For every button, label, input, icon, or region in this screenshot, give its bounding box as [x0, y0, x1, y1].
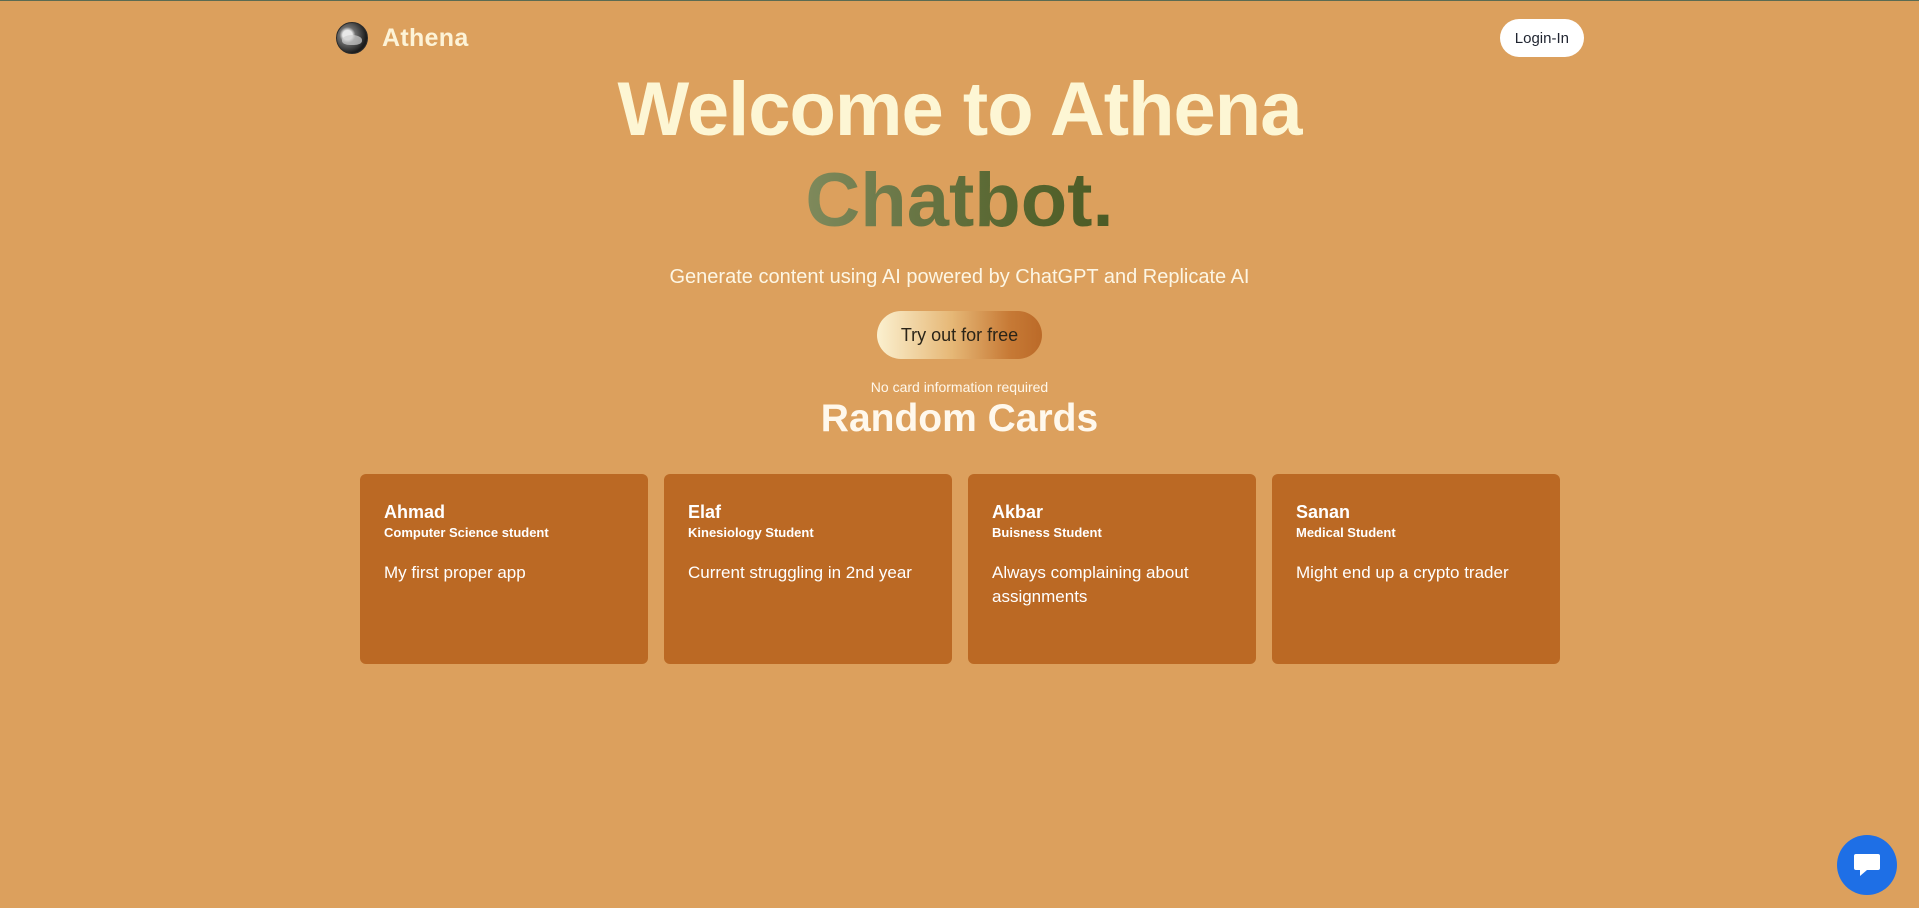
hero-accent: Chatbot.: [805, 155, 1113, 247]
section-title: Random Cards: [820, 397, 1099, 440]
athena-logo-icon: [336, 22, 368, 54]
profile-card: Akbar Buisness Student Always complainin…: [968, 474, 1256, 664]
card-name: Ahmad: [384, 502, 446, 522]
login-button[interactable]: Login-In: [1499, 19, 1584, 57]
try-free-button[interactable]: Try out for free: [876, 311, 1043, 359]
card-role: Computer Science student: [384, 525, 549, 540]
card-text: Current struggling in 2nd year: [688, 563, 912, 582]
chat-widget-button[interactable]: [1837, 835, 1897, 895]
top-nav: Athena Login-In: [336, 18, 1584, 58]
chat-bubble-icon: [1854, 854, 1880, 876]
card-text: Might end up a crypto trader: [1296, 563, 1509, 582]
hero-title: Welcome to Athena: [617, 67, 1303, 152]
card-name: Sanan: [1296, 502, 1351, 522]
hero-subtitle: Generate content using AI powered by Cha…: [669, 266, 1250, 288]
hero-accent-wrap: Chatbot.: [0, 155, 1919, 247]
card-name: Akbar: [992, 502, 1044, 522]
card-text: Always complaining about assignments: [992, 563, 1189, 606]
no-card-note: No card information required: [870, 379, 1049, 395]
profile-card: Elaf Kinesiology Student Current struggl…: [664, 474, 952, 664]
card-text: My first proper app: [384, 563, 526, 582]
profile-card: Sanan Medical Student Might end up a cry…: [1272, 474, 1560, 664]
card-role: Kinesiology Student: [688, 525, 814, 540]
card-name: Elaf: [688, 502, 722, 522]
card-role: Buisness Student: [992, 525, 1102, 540]
brand[interactable]: Athena: [336, 22, 469, 54]
card-role: Medical Student: [1296, 525, 1396, 540]
hero: Welcome to Athena Chatbot. Generate cont…: [0, 65, 1919, 441]
brand-name: Athena: [382, 23, 469, 52]
card-list: Ahmad Computer Science student My first …: [360, 474, 1560, 664]
profile-card: Ahmad Computer Science student My first …: [360, 474, 648, 664]
